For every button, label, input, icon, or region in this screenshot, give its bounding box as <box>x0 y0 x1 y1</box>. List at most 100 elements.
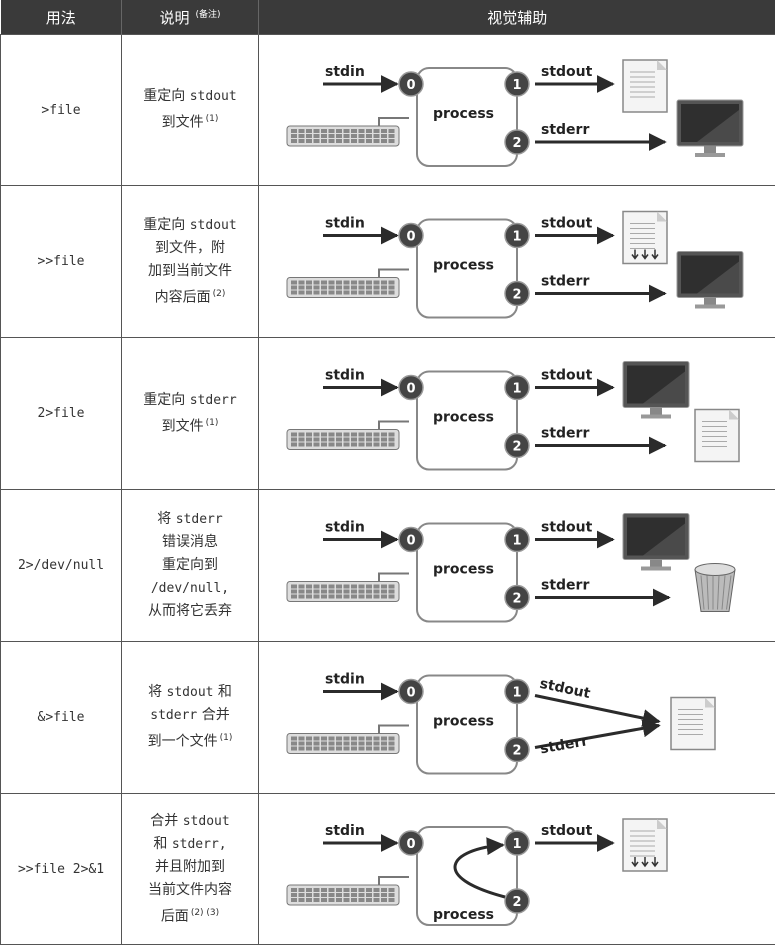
description-text: 到一个文件 <box>148 734 218 750</box>
visual-cell: stdinprocess012stdoutstderr <box>259 35 775 186</box>
redirection-diagram: stdinprocess012stdoutstderr <box>259 186 775 337</box>
stdin-label: stdin <box>325 823 365 839</box>
usage-cell: 2>file <box>1 338 122 490</box>
usage-cell: &>file <box>1 642 122 794</box>
redirection-diagram: stdinprocess012stdoutstderr <box>259 338 775 489</box>
usage-text: 2>file <box>38 406 85 421</box>
description-line: 内容后面(2) <box>122 283 258 310</box>
usage-text: >>file 2>&1 <box>18 862 104 877</box>
description-line: 和 stderr, <box>122 833 258 856</box>
keyboard-icon <box>287 877 409 905</box>
document-icon <box>671 698 715 750</box>
fd-2-circle-label: 2 <box>513 744 522 759</box>
document-icon <box>623 212 667 264</box>
footnote-ref: (2) (3) <box>191 908 219 918</box>
stdout-label: stdout <box>541 823 593 839</box>
document-icon <box>695 410 739 462</box>
header-desc-label: 说明 <box>159 9 189 27</box>
monitor-icon <box>677 100 743 157</box>
visual-cell: stdinprocess012stdoutstderr <box>259 338 775 490</box>
trash-can-icon <box>695 564 735 612</box>
header-visual: 视觉辅助 <box>259 0 775 35</box>
description-line: 错误消息 <box>122 531 258 554</box>
description-line: 当前文件内容 <box>122 879 258 902</box>
description-line: 并且附加到 <box>122 856 258 879</box>
description-text: 到文件 <box>162 418 204 434</box>
stdin-label: stdin <box>325 368 365 384</box>
redirection-table: 用法 说明(备注) 视觉辅助 >file 重定向 stdout 到文件 (1) stdi… <box>0 0 775 945</box>
usage-text: >>file <box>38 254 85 269</box>
table-row: 2>/dev/null将 stderr错误消息重定向到/dev/null,从而将… <box>1 490 775 642</box>
description-line: 到一个文件(1) <box>122 727 258 754</box>
stderr-label: stderr <box>541 274 589 290</box>
stdout-label: stdout <box>541 520 593 536</box>
stdin-label: stdin <box>325 216 365 232</box>
description-line: stderr 合并 <box>122 704 258 727</box>
stdout-label: stdout <box>541 216 593 232</box>
fd-2-circle-label: 2 <box>513 895 522 910</box>
description-cell: 将 stdout 和stderr 合并到一个文件(1) <box>122 642 259 794</box>
visual-cell: stdinprocess012stdoutstderr <box>259 490 775 642</box>
description-text: 到文件 <box>162 115 204 131</box>
description-code: stderr, <box>172 837 227 852</box>
description-cell: 重定向 stderr到文件(1) <box>122 338 259 490</box>
stderr-label: stderr <box>539 733 589 757</box>
fd-0-circle-label: 0 <box>407 837 416 852</box>
description-code: stdout <box>167 685 214 700</box>
table-header-row: 用法 说明(备注) 视觉辅助 <box>1 0 775 35</box>
monitor-icon <box>623 514 689 571</box>
description-text: 将 <box>148 684 166 700</box>
process-label: process <box>433 106 494 122</box>
process-label: process <box>433 907 494 923</box>
description-code: stderr <box>190 393 237 408</box>
process-label: process <box>433 410 494 426</box>
table-row: >>file 2>&1合并 stdout和 stderr,并且附加到当前文件内容… <box>1 794 775 945</box>
usage-cell: >>file 2>&1 <box>1 794 122 945</box>
description-line: 重定向 stdout <box>122 85 258 108</box>
usage-text: >file <box>41 103 80 118</box>
description-line: 从而将它丢弃 <box>122 600 258 623</box>
keyboard-icon <box>287 118 409 146</box>
description-text: 重定向 <box>143 88 189 104</box>
usage-cell: >file <box>1 35 122 186</box>
fd-1-circle-label: 1 <box>513 686 522 701</box>
description-text: 后面 <box>161 908 189 924</box>
usage-text: 2>/dev/null <box>18 558 104 573</box>
fd-0-circle-label: 0 <box>407 686 416 701</box>
description-text: 加到当前文件 <box>148 263 232 279</box>
redirection-diagram: stdinprocess012stdout <box>259 794 775 944</box>
usage-cell: >>file <box>1 186 122 338</box>
description-code: stderr <box>176 512 223 527</box>
fd-1-circle-label: 1 <box>513 230 522 245</box>
description-text: 到文件，附 <box>155 240 225 256</box>
description-text: 重定向到 <box>162 557 218 573</box>
description-line: 到文件，附 <box>122 237 258 260</box>
description-line: 加到当前文件 <box>122 260 258 283</box>
description-line: 重定向 stderr <box>122 389 258 412</box>
description-text: 并且附加到 <box>155 859 225 875</box>
stdin-label: stdin <box>325 64 365 80</box>
description-text: 将 <box>157 511 175 527</box>
usage-text: &>file <box>38 710 85 725</box>
fd-2-circle-label: 2 <box>513 136 522 151</box>
footnote-ref: (1) <box>220 733 233 743</box>
footnote-ref: (2) <box>213 289 226 299</box>
process-label: process <box>433 714 494 730</box>
fd-0-circle-label: 0 <box>407 230 416 245</box>
description-text: 从而将它丢弃 <box>148 603 232 619</box>
process-label: process <box>433 258 494 274</box>
keyboard-icon <box>287 726 409 754</box>
visual-cell: stdinprocess012stdoutstderr <box>259 642 775 794</box>
description-cell: 将 stderr错误消息重定向到/dev/null,从而将它丢弃 <box>122 490 259 642</box>
fd-2-circle-label: 2 <box>513 440 522 455</box>
redirection-diagram: stdinprocess012stdoutstderr <box>259 642 775 793</box>
stderr-label: stderr <box>541 122 589 138</box>
stderr-label: stderr <box>541 426 589 442</box>
description-line: 重定向 stdout <box>122 214 258 237</box>
description-line: 将 stdout 和 <box>122 681 258 704</box>
header-desc: 说明(备注) <box>122 0 259 35</box>
table-row: 2>file重定向 stderr到文件(1)stdinprocess012std… <box>1 338 775 490</box>
fd-1-circle-label: 1 <box>513 382 522 397</box>
redirection-diagram: stdinprocess012stdoutstderr <box>259 35 775 185</box>
description-cell: 重定向 stdout到文件(1) <box>122 35 259 186</box>
